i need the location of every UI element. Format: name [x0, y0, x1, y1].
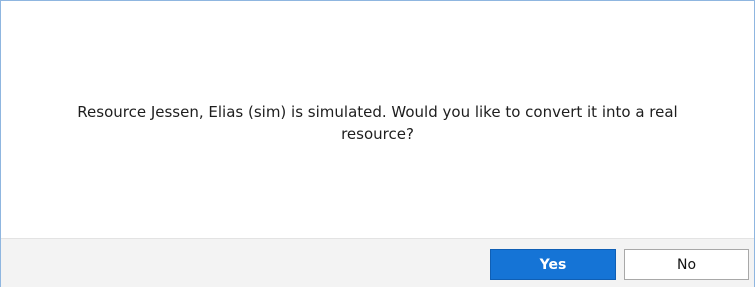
dialog-message-line-2: resource?: [341, 125, 414, 143]
dialog-message: Resource Jessen, Elias (sim) is simulate…: [1, 101, 754, 145]
yes-button[interactable]: Yes: [490, 249, 616, 280]
convert-resource-dialog: Resource Jessen, Elias (sim) is simulate…: [0, 0, 755, 287]
dialog-footer: Yes No: [1, 238, 754, 287]
dialog-message-line-1: Resource Jessen, Elias (sim) is simulate…: [77, 103, 678, 121]
dialog-body: Resource Jessen, Elias (sim) is simulate…: [1, 1, 754, 238]
no-button[interactable]: No: [624, 249, 749, 280]
